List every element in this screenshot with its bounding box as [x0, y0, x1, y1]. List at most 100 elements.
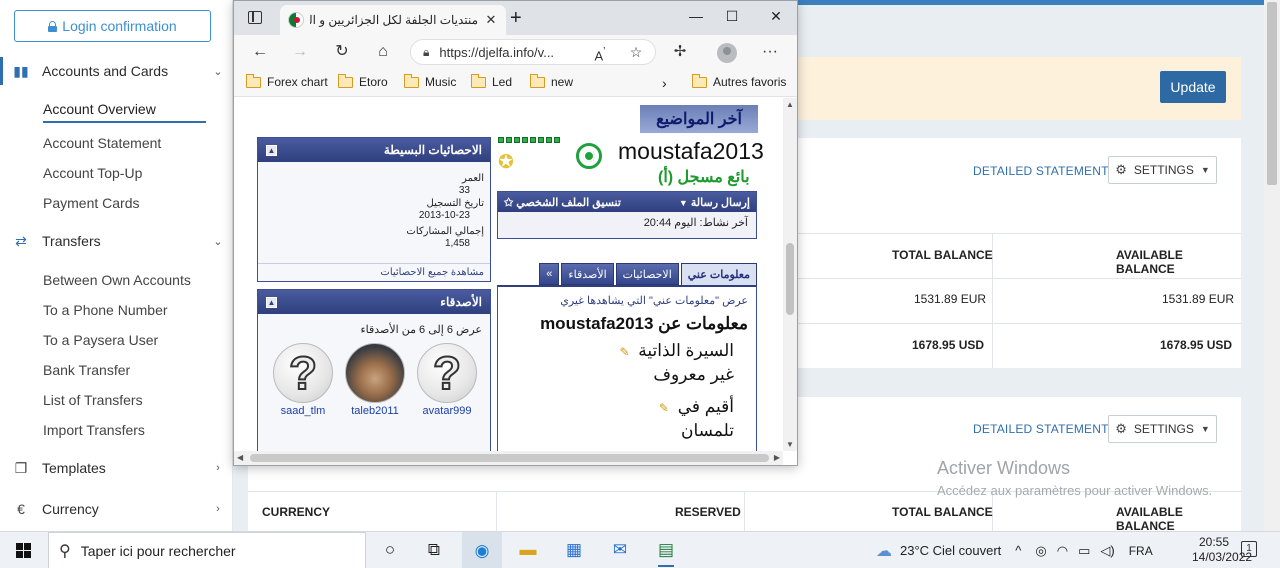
favorite-add-icon[interactable]: ☆: [624, 41, 648, 63]
scroll-left-icon[interactable]: ◀: [237, 453, 243, 462]
friend-name[interactable]: taleb2011: [345, 405, 405, 417]
address-bar[interactable]: 🔒︎ https://djelfa.info/v...: [410, 39, 656, 65]
profile-avatar[interactable]: [717, 43, 737, 63]
chevron-right-icon[interactable]: ›: [662, 75, 667, 91]
more-menu-icon[interactable]: ···: [758, 41, 782, 63]
weather-text[interactable]: 23°C Ciel couvert: [900, 543, 1001, 558]
tab-more[interactable]: »: [539, 263, 560, 285]
store-icon[interactable]: ▦: [562, 538, 586, 562]
sidebar-item-payment-cards[interactable]: Payment Cards: [43, 193, 139, 213]
pencil-icon[interactable]: ✎: [659, 401, 669, 415]
bio-label: السيرة الذاتية ✎: [619, 341, 734, 361]
collapse-icon[interactable]: ▲: [266, 296, 277, 308]
bookmark-folder[interactable]: Forex chart: [245, 73, 328, 89]
other-favorites-folder[interactable]: Autres favoris: [691, 73, 786, 89]
scrollbar-thumb[interactable]: [786, 243, 794, 315]
profile-style-button[interactable]: تنسيق الملف الشخصي ✩: [504, 196, 621, 209]
taskbar-search[interactable]: ⚲ Taper ici pour rechercher: [48, 532, 366, 568]
lock-icon: [48, 20, 58, 32]
table-cell: 1678.95 USD: [1160, 338, 1233, 352]
nav-templates[interactable]: ❐ Templates ›: [0, 454, 233, 482]
edge-icon[interactable]: ◉: [462, 532, 502, 568]
scroll-up-icon[interactable]: ▲: [786, 100, 794, 109]
sidebar-item-between-own-accounts[interactable]: Between Own Accounts: [43, 270, 191, 290]
friend-item[interactable]: taleb2011: [345, 343, 405, 417]
clock[interactable]: 20:55 14/03/2022: [1192, 535, 1252, 565]
minimize-icon[interactable]: —: [684, 6, 708, 26]
refresh-icon[interactable]: ↻: [330, 41, 354, 63]
excel-icon[interactable]: ▤: [654, 538, 678, 567]
simple-stats-block: الاحصائيات البسيطة ▲ العمر 33 تاريخ التس…: [257, 137, 491, 282]
bookmark-folder[interactable]: Etoro: [337, 73, 388, 89]
sidebar-item-list-of-transfers[interactable]: List of Transfers: [43, 390, 143, 410]
detailed-statement-link[interactable]: DETAILED STATEMENT: [973, 164, 1109, 178]
friend-item[interactable]: ? avatar999: [417, 343, 477, 417]
send-message-button[interactable]: إرسال رسالة ▼: [679, 196, 750, 209]
collapse-icon[interactable]: ▲: [266, 144, 277, 156]
friend-name[interactable]: avatar999: [417, 405, 477, 417]
settings-button[interactable]: ⚙ SETTINGS ▼: [1108, 156, 1217, 184]
tab-forum[interactable]: منتديات الجلفة لكل الجزائريين و العـ ✕: [280, 5, 506, 35]
tab-friends[interactable]: الأصدقاء: [561, 263, 614, 285]
sidebar-item-to-paysera-user[interactable]: To a Paysera User: [43, 330, 158, 350]
nav-transfers[interactable]: ⇄ Transfers ⌄: [0, 227, 233, 255]
page-vertical-scrollbar[interactable]: ▲ ▼: [783, 98, 797, 451]
tab-statistics[interactable]: الاحصائيات: [615, 263, 679, 285]
bookmark-folder[interactable]: new: [529, 73, 574, 89]
tab-actions-icon[interactable]: [248, 11, 262, 24]
star-small-icon: ✩: [504, 196, 514, 209]
meet-now-icon[interactable]: ◎: [1035, 543, 1046, 559]
language-indicator[interactable]: FRA: [1129, 544, 1153, 558]
page-horizontal-scrollbar[interactable]: ◀ ▶: [234, 451, 783, 465]
activate-windows-subtitle: Accédez aux paramètres pour activer Wind…: [937, 483, 1213, 498]
sidebar-item-import-transfers[interactable]: Import Transfers: [43, 420, 145, 440]
maximize-icon[interactable]: ☐: [720, 6, 744, 26]
latest-topics-heading[interactable]: آخر المواضيع: [640, 105, 758, 133]
update-button[interactable]: Update: [1160, 71, 1226, 103]
sidebar-item-account-overview[interactable]: Account Overview: [43, 99, 206, 123]
nav-accounts-label: Accounts and Cards: [42, 63, 169, 79]
wifi-icon[interactable]: ◠: [1057, 543, 1068, 559]
friend-name[interactable]: saad_tlm: [273, 405, 333, 417]
task-view-icon[interactable]: ⧉: [422, 538, 446, 562]
sidebar-item-bank-transfer[interactable]: Bank Transfer: [43, 360, 130, 380]
scroll-down-icon[interactable]: ▼: [786, 440, 794, 449]
windows-start-icon[interactable]: [16, 543, 31, 558]
page-scrollbar[interactable]: [1264, 0, 1280, 531]
volume-icon[interactable]: ◁): [1100, 543, 1114, 559]
scrollbar-thumb[interactable]: [1267, 2, 1277, 185]
read-aloud-icon[interactable]: Aʼ: [588, 41, 612, 63]
tab-about-me[interactable]: معلومات عني: [680, 263, 757, 285]
nav-currency[interactable]: € Currency ›: [0, 495, 233, 523]
forward-icon[interactable]: →: [288, 41, 312, 63]
templates-icon: ❐: [14, 459, 28, 476]
settings-button[interactable]: ⚙ SETTINGS ▼: [1108, 415, 1217, 443]
bookmark-folder[interactable]: Led: [470, 73, 512, 89]
scroll-right-icon[interactable]: ▶: [774, 453, 780, 462]
close-window-icon[interactable]: ✕: [764, 6, 788, 26]
pencil-icon[interactable]: ✎: [619, 345, 629, 359]
home-icon[interactable]: ⌂: [371, 41, 395, 63]
sidebar-item-account-topup[interactable]: Account Top-Up: [43, 163, 142, 183]
view-as-others-link[interactable]: عرض "معلومات عني" التي يشاهدها غيري: [560, 294, 748, 307]
close-tab-icon[interactable]: ✕: [484, 12, 498, 28]
chevron-up-icon[interactable]: ^: [1015, 543, 1021, 558]
bookmark-folder[interactable]: Music: [403, 73, 456, 89]
file-explorer-icon[interactable]: ▬: [516, 538, 540, 562]
sidebar-item-account-statement[interactable]: Account Statement: [43, 133, 161, 153]
sidebar-item-to-phone-number[interactable]: To a Phone Number: [43, 300, 168, 320]
mail-icon[interactable]: ✉: [608, 538, 632, 562]
friend-item[interactable]: ? saad_tlm: [273, 343, 333, 417]
nav-accounts-and-cards[interactable]: ▮▮ Accounts and Cards ⌄: [0, 57, 233, 85]
cortana-icon[interactable]: ○: [378, 538, 402, 562]
view-all-stats-link[interactable]: مشاهدة جميع الاحصائيات: [258, 263, 490, 281]
bookmark-label: new: [551, 75, 574, 89]
scrollbar-thumb[interactable]: [250, 454, 769, 462]
extensions-icon[interactable]: ✢: [668, 41, 692, 63]
battery-icon[interactable]: ▭: [1078, 543, 1090, 559]
notification-icon[interactable]: 1: [1241, 541, 1257, 557]
login-confirmation-button[interactable]: Login confirmation: [14, 10, 211, 42]
detailed-statement-link[interactable]: DETAILED STATEMENT: [973, 422, 1109, 436]
back-icon[interactable]: ←: [248, 41, 272, 63]
new-tab-icon[interactable]: +: [510, 7, 522, 30]
